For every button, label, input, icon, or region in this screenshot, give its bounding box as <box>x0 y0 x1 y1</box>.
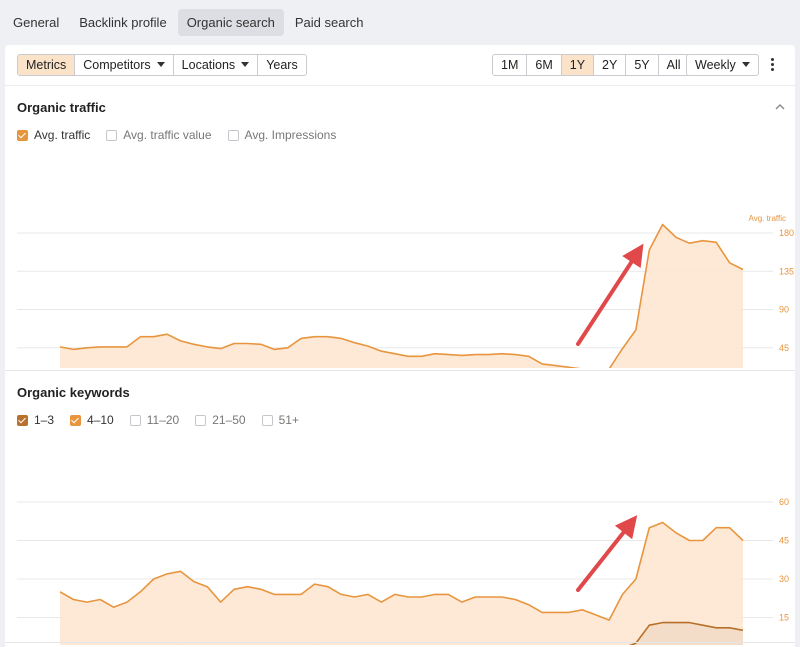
arrow-head <box>622 243 644 269</box>
legend-label: Avg. traffic <box>34 128 91 142</box>
range-6m-button[interactable]: 6M <box>527 55 562 75</box>
tab-organic-search[interactable]: Organic search <box>177 8 284 36</box>
checkbox-icon <box>261 414 273 426</box>
y-tick-label: 45 <box>779 343 789 353</box>
legend-avg-traffic-value[interactable]: Avg. traffic value <box>106 128 212 142</box>
organic-keywords-chart: 01530456018–24 Mar 20246–12 May 202424–3… <box>17 497 789 645</box>
callout-arrow <box>576 243 644 346</box>
range-all-button[interactable]: All <box>659 55 689 75</box>
y-tick-label: 60 <box>779 497 789 507</box>
range-5y-button[interactable]: 5Y <box>626 55 659 75</box>
overview-card: Metrics Competitors Locations Years 1M 6… <box>5 45 795 647</box>
y-tick-label: 180 <box>779 228 794 238</box>
locations-dropdown[interactable]: Locations <box>174 55 259 75</box>
range-switcher: 1M 6M 1Y 2Y 5Y All <box>492 54 690 76</box>
section-divider <box>5 370 795 371</box>
traffic-legend: Avg. traffic Avg. traffic value Avg. Imp… <box>17 128 352 142</box>
collapse-icon[interactable] <box>775 102 785 112</box>
y-tick-label: 135 <box>779 266 794 276</box>
range-1y-button[interactable]: 1Y <box>561 55 595 75</box>
y-tick-label: 90 <box>779 305 789 315</box>
more-options-icon[interactable] <box>769 58 775 74</box>
legend-label: Avg. traffic value <box>123 128 212 142</box>
y-axis-label: Avg. traffic <box>749 214 787 223</box>
chevron-down-icon <box>156 62 165 68</box>
years-button[interactable]: Years <box>258 55 306 75</box>
range-2y-button[interactable]: 2Y <box>594 55 627 75</box>
checkbox-checked-icon <box>17 414 28 426</box>
legend-pos-51-plus[interactable]: 51+ <box>261 413 299 427</box>
competitors-label: Competitors <box>83 58 151 72</box>
legend-label: 51+ <box>278 413 299 427</box>
legend-label: 1–3 <box>34 413 55 427</box>
chevron-down-icon <box>741 62 750 68</box>
report-tabs: General Backlink profile Organic search … <box>0 0 800 44</box>
checkbox-checked-icon <box>17 129 28 141</box>
legend-pos-21-50[interactable]: 21–50 <box>195 413 246 427</box>
checkbox-icon <box>106 129 118 141</box>
interval-dropdown[interactable]: Weekly <box>686 54 759 76</box>
chevron-down-icon <box>241 62 250 68</box>
legend-avg-impressions[interactable]: Avg. Impressions <box>227 128 337 142</box>
keywords-legend: 1–3 4–10 11–20 21–50 51+ <box>17 413 315 427</box>
y-tick-label: 30 <box>779 574 789 584</box>
interval-label: Weekly <box>695 58 736 72</box>
checkbox-icon <box>227 129 239 141</box>
checkbox-checked-icon <box>70 414 82 426</box>
checkbox-icon <box>129 414 141 426</box>
legend-label: 11–20 <box>146 413 180 427</box>
y-tick-label: 45 <box>779 536 789 546</box>
legend-avg-traffic[interactable]: Avg. traffic <box>17 128 90 142</box>
view-switcher: Metrics Competitors Locations Years <box>17 54 307 76</box>
tab-general[interactable]: General <box>4 9 68 36</box>
metrics-button[interactable]: Metrics <box>18 55 76 75</box>
range-1m-button[interactable]: 1M <box>493 55 528 75</box>
organic-keywords-title: Organic keywords <box>17 385 130 400</box>
chart-toolbar: Metrics Competitors Locations Years 1M 6… <box>5 45 795 86</box>
checkbox-icon <box>195 414 207 426</box>
arrow-head <box>614 515 638 540</box>
legend-pos-11-20[interactable]: 11–20 <box>129 413 180 427</box>
section-divider <box>5 642 795 643</box>
organic-traffic-chart: 04590135180Avg. traffic18–24 Mar 20246–1… <box>17 214 794 368</box>
legend-label: 21–50 <box>212 413 246 427</box>
tab-paid-search[interactable]: Paid search <box>286 9 373 36</box>
legend-pos-4-10[interactable]: 4–10 <box>70 413 114 427</box>
tab-backlink-profile[interactable]: Backlink profile <box>70 9 175 36</box>
y-tick-label: 15 <box>779 613 789 623</box>
legend-pos-1-3[interactable]: 1–3 <box>17 413 54 427</box>
legend-label: 4–10 <box>87 413 114 427</box>
organic-traffic-title: Organic traffic <box>17 100 106 115</box>
arrow-shaft <box>576 250 640 346</box>
arrow-shaft <box>576 521 633 592</box>
legend-label: Avg. Impressions <box>244 128 337 142</box>
locations-label: Locations <box>181 58 236 72</box>
competitors-dropdown[interactable]: Competitors <box>75 55 174 75</box>
